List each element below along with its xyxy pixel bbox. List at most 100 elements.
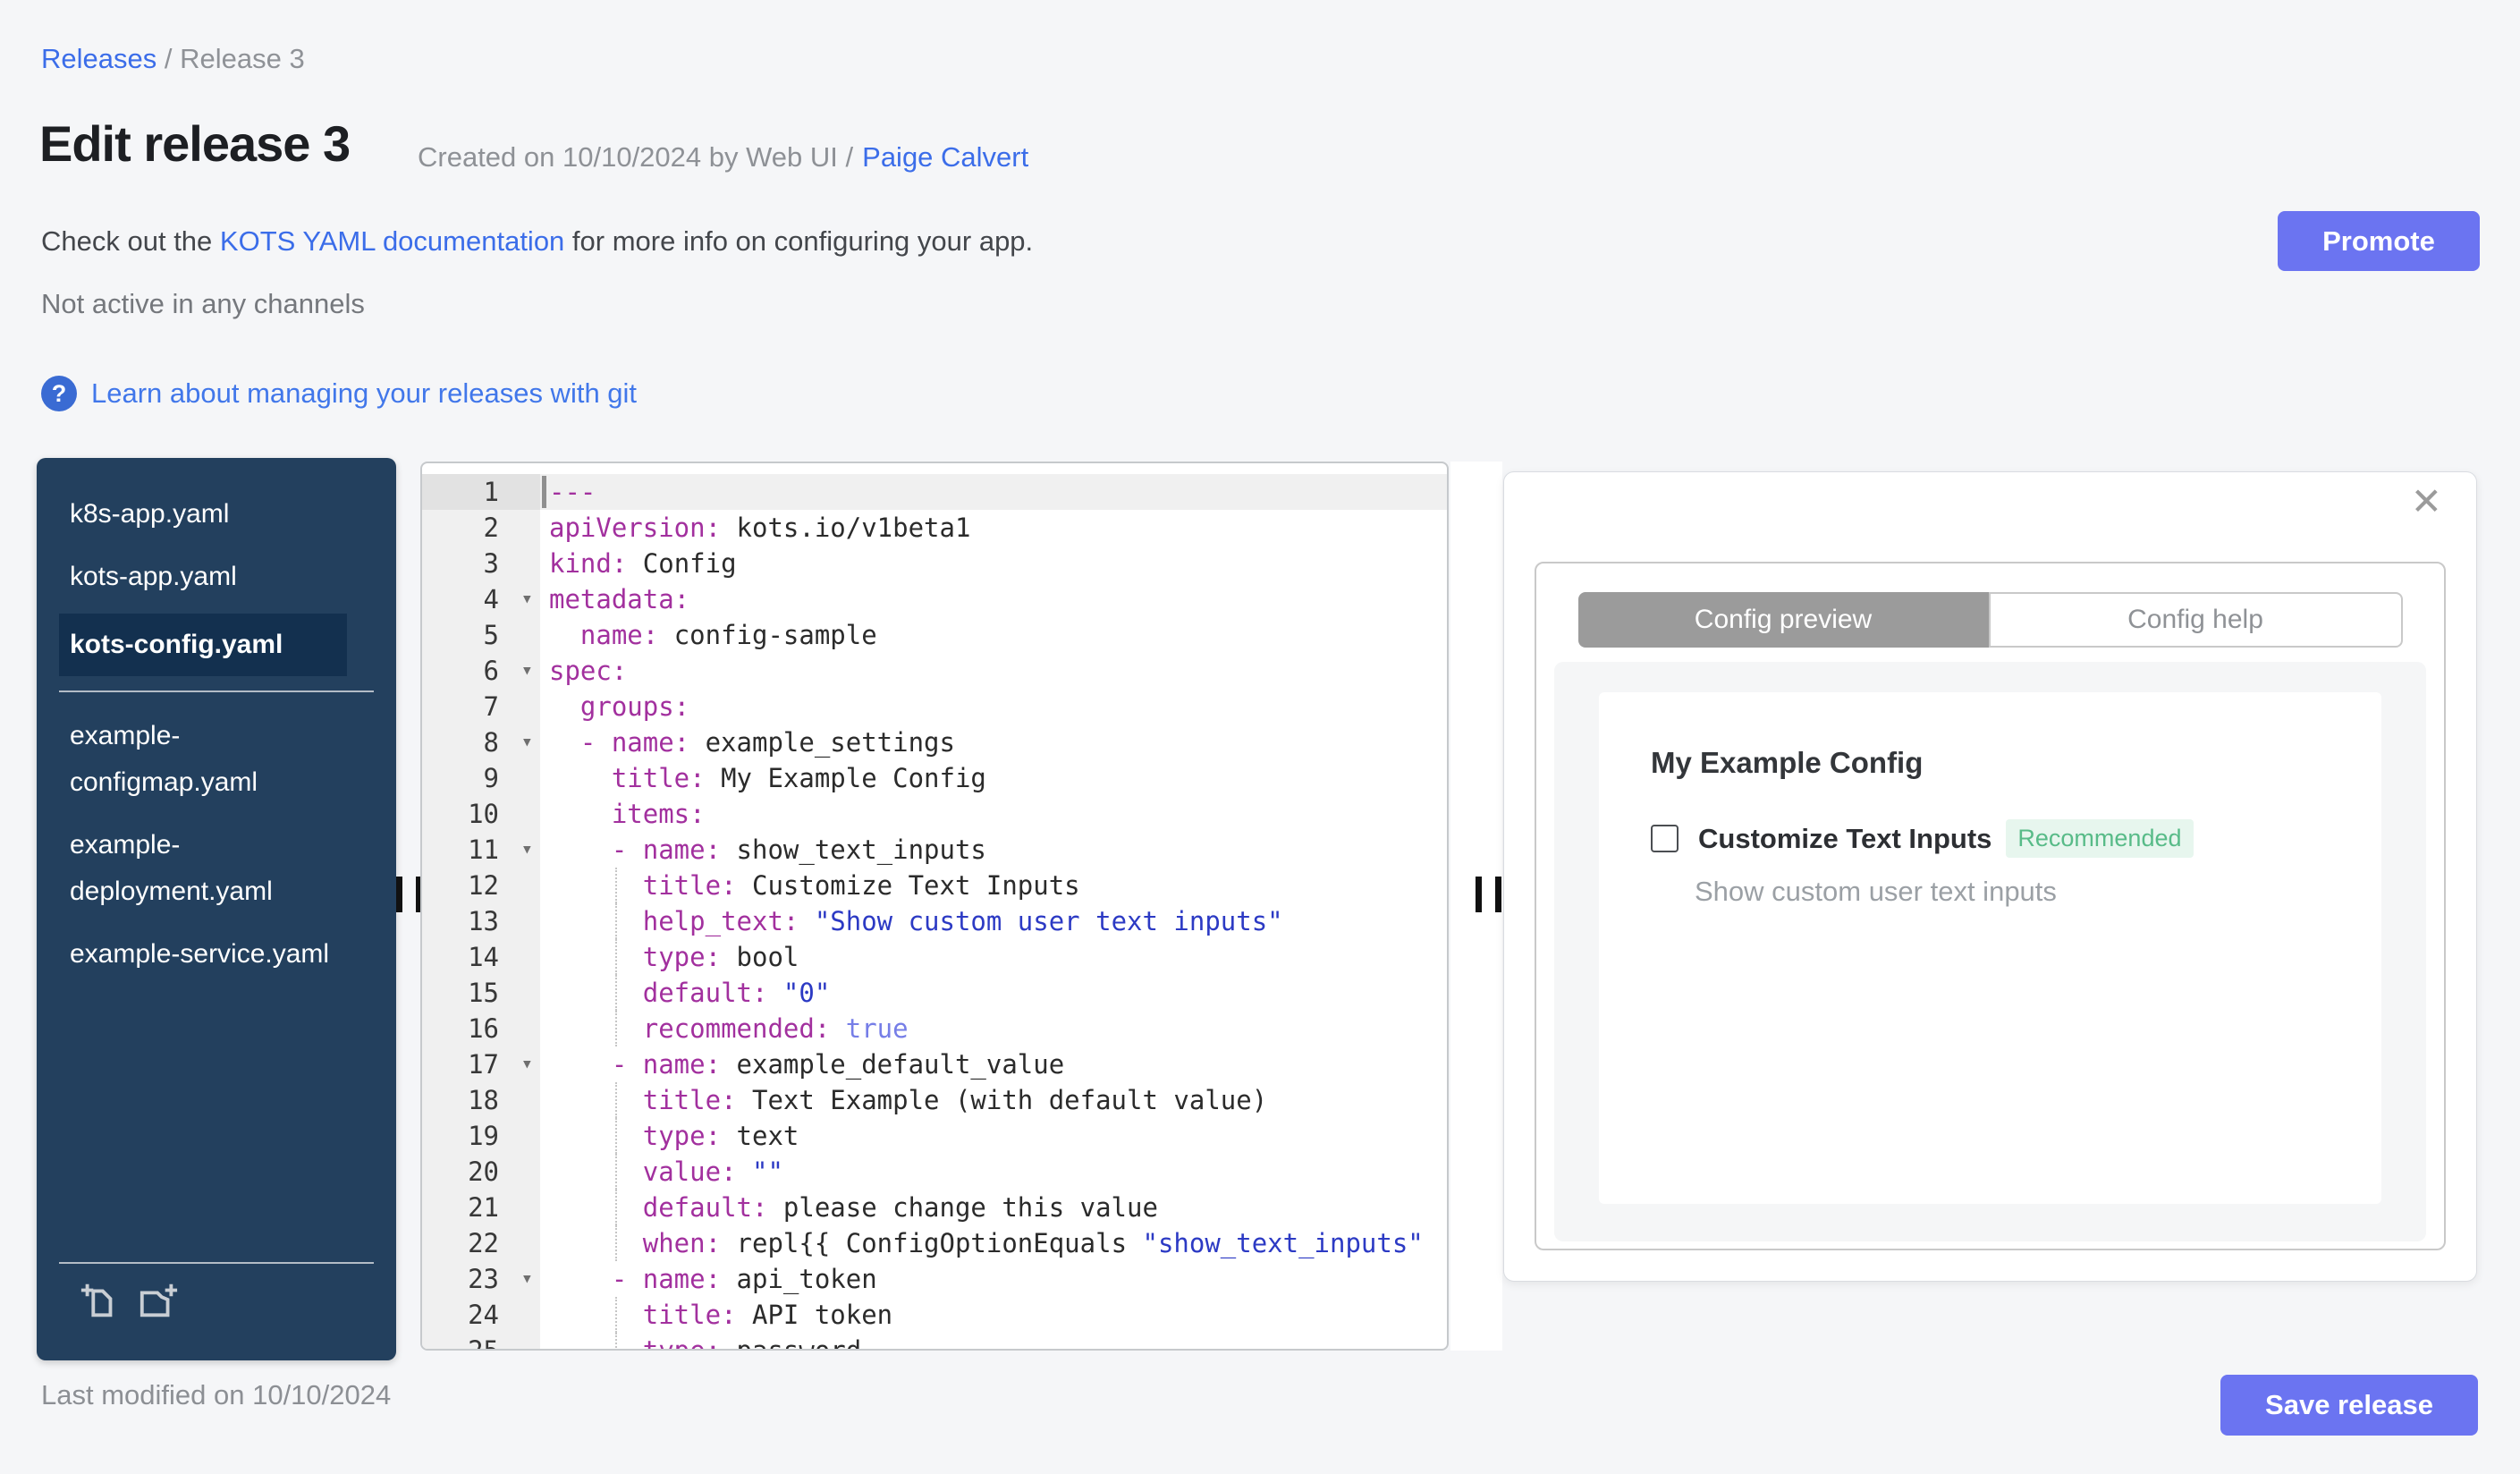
- code-text: - name: show_text_inputs: [611, 834, 986, 865]
- code-line-8[interactable]: 8 ▾ - name: example_settings: [422, 724, 1447, 760]
- code-lines: 1 --- 2 apiVersion: kots.io/v1beta1 3 kind: C…: [422, 463, 1447, 1349]
- fold-arrow-icon[interactable]: ▾: [521, 581, 533, 617]
- editor-resize-handle[interactable]: [1476, 877, 1502, 912]
- code-line-20[interactable]: 20 value: "": [422, 1154, 1447, 1190]
- author-link[interactable]: Paige Calvert: [862, 141, 1028, 173]
- line-number: 12: [422, 868, 540, 903]
- code-line-1[interactable]: 1 ---: [422, 474, 1447, 510]
- line-number: 16: [422, 1011, 540, 1046]
- line-number: 22: [422, 1225, 540, 1261]
- code-line-9[interactable]: 9 title: My Example Config: [422, 760, 1447, 796]
- code-line-25[interactable]: 25 type: password: [422, 1333, 1447, 1349]
- fold-arrow-icon[interactable]: ▾: [521, 653, 533, 689]
- last-modified-text: Last modified on 10/10/2024: [41, 1379, 392, 1410]
- line-number: 8 ▾: [422, 724, 540, 760]
- line-number: 21: [422, 1190, 540, 1225]
- code-text: title: API token: [540, 1297, 1447, 1333]
- file-item-example-configmap.yaml[interactable]: example-configmap.yaml: [59, 705, 347, 814]
- fold-arrow-icon[interactable]: ▾: [521, 1046, 533, 1082]
- file-item-example-service.yaml[interactable]: example-service.yaml: [59, 923, 347, 986]
- sidebar-footer: [59, 1262, 374, 1321]
- code-line-3[interactable]: 3 kind: Config: [422, 546, 1447, 581]
- line-number: 7: [422, 689, 540, 724]
- code-text: apiVersion: kots.io/v1beta1: [549, 513, 971, 543]
- resize-bar: [1476, 877, 1482, 912]
- config-item-help-text: Show custom user text inputs: [1695, 876, 2057, 907]
- code-line-10[interactable]: 10 items:: [422, 796, 1447, 832]
- code-line-11[interactable]: 11 ▾ - name: show_text_inputs: [422, 832, 1447, 868]
- code-line-21[interactable]: 21 default: please change this value: [422, 1190, 1447, 1225]
- save-release-button[interactable]: Save release: [2220, 1375, 2478, 1436]
- close-icon[interactable]: ✕: [2411, 483, 2442, 521]
- fold-arrow-icon[interactable]: ▾: [521, 832, 533, 868]
- file-item-kots-app.yaml[interactable]: kots-app.yaml: [59, 546, 347, 608]
- config-item-label: Customize Text Inputs: [1698, 822, 1992, 854]
- file-item-k8s-app.yaml[interactable]: k8s-app.yaml: [59, 483, 347, 546]
- breadcrumb-current: Release 3: [180, 43, 305, 74]
- docs-suffix: for more info on configuring your app.: [564, 225, 1034, 257]
- code-text: kind: Config: [549, 548, 737, 579]
- channel-status: Not active in any channels: [41, 288, 365, 319]
- file-list-top: k8s-app.yaml kots-app.yaml kots-config.yam…: [37, 483, 396, 676]
- code-line-12[interactable]: 12 title: Customize Text Inputs: [422, 868, 1447, 903]
- code-line-7[interactable]: 7 groups:: [422, 689, 1447, 724]
- code-line-23[interactable]: 23 ▾ - name: api_token: [422, 1261, 1447, 1297]
- code-text: type: text: [540, 1118, 1447, 1154]
- code-text: default: please change this value: [540, 1190, 1447, 1225]
- promote-button[interactable]: Promote: [2278, 211, 2480, 271]
- resize-bar: [396, 877, 402, 912]
- code-text: default: "0": [540, 975, 1447, 1011]
- config-card: My Example Config Customize Text Inputs …: [1599, 692, 2381, 1204]
- code-line-4[interactable]: 4 ▾ metadata:: [422, 581, 1447, 617]
- kots-docs-link[interactable]: KOTS YAML documentation: [220, 225, 564, 257]
- breadcrumb-releases-link[interactable]: Releases: [41, 43, 156, 74]
- code-text: title: Text Example (with default value): [540, 1082, 1447, 1118]
- question-mark-icon: ?: [41, 376, 77, 411]
- line-number: 17 ▾: [422, 1046, 540, 1082]
- code-line-2[interactable]: 2 apiVersion: kots.io/v1beta1: [422, 510, 1447, 546]
- line-number: 3: [422, 546, 540, 581]
- code-line-5[interactable]: 5 name: config-sample: [422, 617, 1447, 653]
- release-meta: Created on 10/10/2024 by Web UI / Paige C…: [418, 141, 1028, 174]
- line-number: 23 ▾: [422, 1261, 540, 1297]
- customize-text-inputs-checkbox[interactable]: [1651, 825, 1679, 852]
- sidebar-resize-handle[interactable]: [396, 877, 423, 912]
- line-number: 19: [422, 1118, 540, 1154]
- tab-config-preview[interactable]: Config preview: [1577, 592, 1989, 648]
- code-text: spec:: [549, 656, 628, 686]
- file-item-kots-config.yaml[interactable]: kots-config.yaml: [59, 614, 347, 676]
- docs-line: Check out the KOTS YAML documentation fo…: [41, 225, 1033, 258]
- code-line-14[interactable]: 14 type: bool: [422, 939, 1447, 975]
- add-folder-icon[interactable]: [138, 1280, 179, 1321]
- preview-tabs: Config preview Config help: [1577, 592, 2403, 648]
- add-file-icon[interactable]: [79, 1280, 120, 1321]
- code-line-22[interactable]: 22 when: repl{{ ConfigOptionEquals "show…: [422, 1225, 1447, 1261]
- fold-arrow-icon[interactable]: ▾: [521, 724, 533, 760]
- config-preview-area: My Example Config Customize Text Inputs …: [1554, 662, 2426, 1241]
- code-text: groups:: [579, 691, 690, 722]
- code-line-6[interactable]: 6 ▾ spec:: [422, 653, 1447, 689]
- line-number: 15: [422, 975, 540, 1011]
- code-text: metadata:: [549, 584, 690, 614]
- line-number: 11 ▾: [422, 832, 540, 868]
- git-help-link[interactable]: Learn about managing your releases with …: [91, 377, 637, 410]
- code-text: help_text: "Show custom user text inputs…: [540, 903, 1447, 939]
- preview-inner-box: Config preview Config help My Example Co…: [1535, 562, 2446, 1250]
- code-text: name: config-sample: [579, 620, 877, 650]
- fold-arrow-icon[interactable]: ▾: [521, 1261, 533, 1297]
- yaml-code-editor[interactable]: 1 --- 2 apiVersion: kots.io/v1beta1 3 kind: C…: [420, 462, 1449, 1351]
- file-item-example-deployment.yaml[interactable]: example-deployment.yaml: [59, 814, 347, 923]
- code-line-16[interactable]: 16 recommended: true: [422, 1011, 1447, 1046]
- code-text: title: My Example Config: [611, 763, 986, 793]
- file-list-divider: [59, 690, 374, 692]
- text-cursor: [542, 476, 546, 508]
- code-line-19[interactable]: 19 type: text: [422, 1118, 1447, 1154]
- code-line-17[interactable]: 17 ▾ - name: example_default_value: [422, 1046, 1447, 1082]
- tab-config-help[interactable]: Config help: [1988, 592, 2403, 648]
- recommended-badge: Recommended: [2006, 819, 2194, 858]
- code-line-13[interactable]: 13 help_text: "Show custom user text inp…: [422, 903, 1447, 939]
- code-line-15[interactable]: 15 default: "0": [422, 975, 1447, 1011]
- code-line-24[interactable]: 24 title: API token: [422, 1297, 1447, 1333]
- code-line-18[interactable]: 18 title: Text Example (with default val…: [422, 1082, 1447, 1118]
- code-text: - name: example_default_value: [611, 1049, 1065, 1080]
